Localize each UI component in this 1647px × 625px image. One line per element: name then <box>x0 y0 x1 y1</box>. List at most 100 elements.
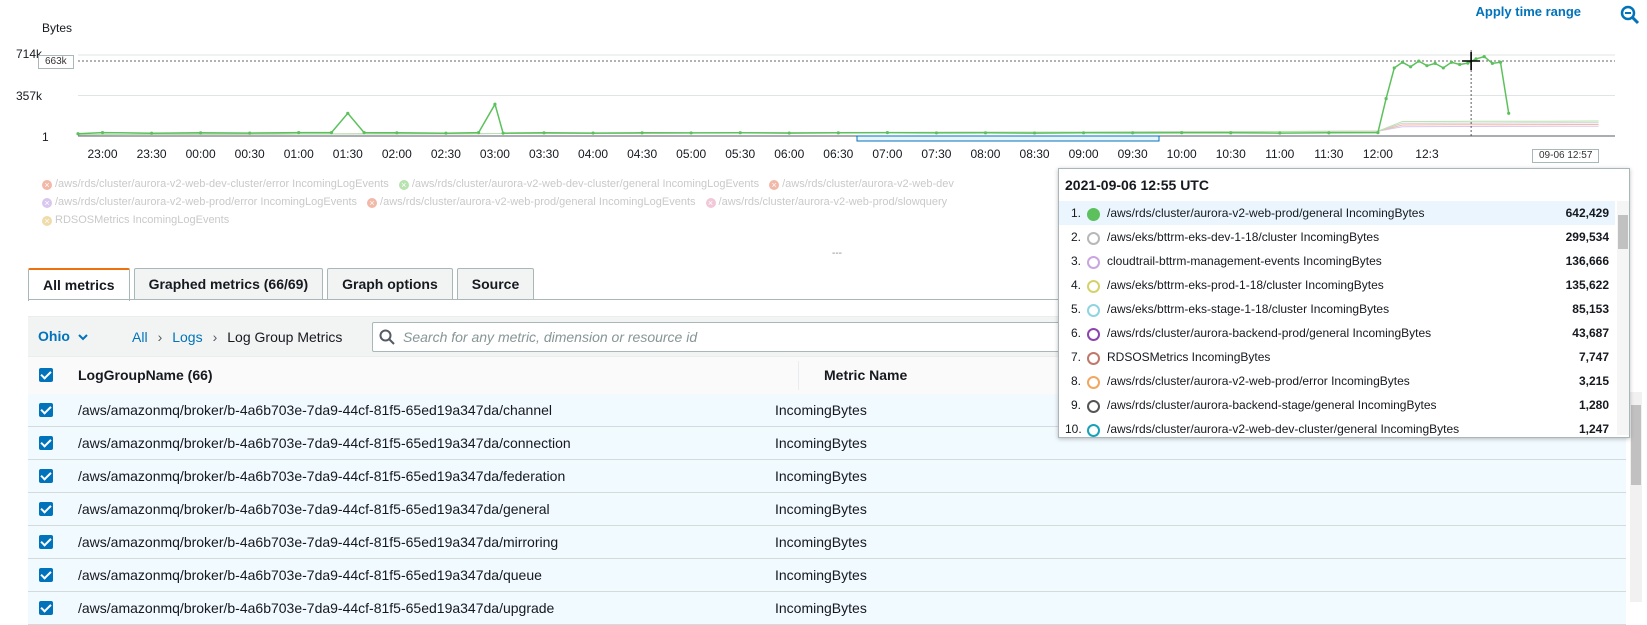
series-point[interactable] <box>1425 64 1429 68</box>
apply-time-range-button[interactable]: Apply time range <box>1476 4 1581 19</box>
legend-remove-icon[interactable]: × <box>42 180 52 190</box>
series-point[interactable] <box>1229 131 1233 135</box>
tooltip-series-item[interactable]: 1. /aws/rds/cluster/aurora-v2-web-prod/ge… <box>1059 201 1615 225</box>
series-point[interactable] <box>248 131 252 135</box>
series-point[interactable] <box>542 131 546 135</box>
resize-handle[interactable]: --- <box>832 248 842 259</box>
series-point[interactable] <box>149 131 154 135</box>
series-point[interactable] <box>501 131 505 135</box>
tooltip-series-item[interactable]: 9. /aws/rds/cluster/aurora-backend-stage/… <box>1059 393 1615 417</box>
zoom-out-icon[interactable] <box>1619 4 1641 26</box>
tooltip-series-item[interactable]: 3. cloudtrail-bttrm-management-events Inc… <box>1059 249 1615 273</box>
series-point[interactable] <box>1490 61 1494 65</box>
legend-item[interactable]: ×/aws/rds/cluster/aurora-v2-web-dev-clus… <box>42 178 389 190</box>
series-point[interactable] <box>362 130 366 135</box>
series-point[interactable] <box>1409 65 1413 69</box>
series-point[interactable] <box>297 130 301 135</box>
tab-source[interactable]: Source <box>456 268 535 299</box>
tooltip-series-item[interactable]: 10. /aws/rds/cluster/aurora-v2-web-dev-cl… <box>1059 417 1615 441</box>
series-point[interactable] <box>1131 131 1135 135</box>
breadcrumb-logs[interactable]: Logs <box>172 329 202 345</box>
page-scrollbar-thumb[interactable] <box>1631 405 1641 485</box>
column-divider[interactable] <box>798 361 799 390</box>
legend-item[interactable]: ×/aws/rds/cluster/aurora-v2-web-prod/err… <box>42 196 357 208</box>
tooltip-series-item[interactable]: 2. /aws/eks/bttrm-eks-dev-1-18/cluster In… <box>1059 225 1615 249</box>
series-point[interactable] <box>395 131 399 135</box>
series-point[interactable] <box>199 131 203 135</box>
series-point[interactable] <box>1032 131 1037 135</box>
legend-item[interactable]: ×/aws/rds/cluster/aurora-v2-web-dev-clus… <box>398 178 759 190</box>
series-point[interactable] <box>1417 59 1421 63</box>
series-point[interactable] <box>100 130 105 135</box>
table-row[interactable]: /aws/amazonmq/broker/b-4a6b703e-7da9-44c… <box>28 460 1626 493</box>
series-point[interactable] <box>76 132 80 136</box>
series-point[interactable] <box>1384 96 1388 101</box>
series-point[interactable] <box>1278 131 1282 135</box>
legend-item[interactable]: × RDSOSMetrics IncomingLogEvents <box>42 214 229 226</box>
series-point[interactable] <box>1466 61 1470 65</box>
series-point[interactable] <box>787 131 791 135</box>
series-point[interactable] <box>1441 66 1445 70</box>
time-range-brush[interactable] <box>856 135 1160 142</box>
tab-graph-options[interactable]: Graph options <box>327 268 453 299</box>
series-point[interactable] <box>329 130 334 135</box>
series-point[interactable] <box>689 131 693 135</box>
legend-item[interactable]: ×/aws/rds/cluster/aurora-v2-web-dev <box>769 178 954 190</box>
series-point[interactable] <box>1392 66 1396 70</box>
series-point[interactable] <box>1507 111 1511 115</box>
row-checkbox[interactable] <box>39 403 53 420</box>
tooltip-scrollbar-thumb[interactable] <box>1618 215 1628 249</box>
series-point[interactable] <box>1449 60 1454 64</box>
table-row[interactable]: /aws/amazonmq/broker/b-4a6b703e-7da9-44c… <box>28 592 1626 625</box>
series-point[interactable] <box>1433 61 1437 65</box>
tooltip-series-item[interactable]: 6. /aws/rds/cluster/aurora-backend-prod/g… <box>1059 321 1615 345</box>
legend-remove-icon[interactable]: × <box>398 180 409 190</box>
column-header-loggroupname[interactable]: LogGroupName (66) <box>78 357 213 394</box>
series-point[interactable] <box>1376 130 1380 135</box>
tooltip-series-item[interactable]: 8. /aws/rds/cluster/aurora-v2-web-prod/er… <box>1059 369 1615 393</box>
row-checkbox[interactable] <box>39 502 53 519</box>
table-row[interactable]: /aws/amazonmq/broker/b-4a6b703e-7da9-44c… <box>28 526 1626 559</box>
series-point[interactable] <box>591 131 595 135</box>
legend-item[interactable]: ×/aws/rds/cluster/aurora-v2-web-prod/gen… <box>367 196 696 208</box>
table-row[interactable]: /aws/amazonmq/broker/b-4a6b703e-7da9-44c… <box>28 559 1626 592</box>
tab-graphed-metrics[interactable]: Graphed metrics (66/69) <box>133 268 324 299</box>
series-point[interactable] <box>885 130 889 135</box>
table-row[interactable]: /aws/amazonmq/broker/b-4a6b703e-7da9-44c… <box>28 493 1626 526</box>
series-point[interactable] <box>1482 54 1486 59</box>
series-point[interactable] <box>1081 131 1086 135</box>
series-point[interactable] <box>477 130 481 135</box>
row-checkbox[interactable] <box>39 469 53 486</box>
legend-remove-icon[interactable]: × <box>705 198 716 208</box>
tooltip-series-item[interactable]: 7. RDSOSMetrics IncomingBytes 7,747 <box>1059 345 1615 369</box>
series-point[interactable] <box>1400 60 1405 64</box>
series-point[interactable] <box>1498 60 1503 64</box>
series-point[interactable] <box>640 131 644 135</box>
row-checkbox[interactable] <box>39 535 53 552</box>
legend-remove-icon[interactable]: × <box>769 180 780 190</box>
series-point[interactable] <box>983 131 988 135</box>
column-header-metric-name[interactable]: Metric Name <box>824 357 907 394</box>
row-checkbox[interactable] <box>39 436 53 453</box>
series-point[interactable] <box>934 131 939 135</box>
search-input[interactable] <box>401 323 1045 351</box>
series-point[interactable] <box>1474 57 1478 61</box>
legend-remove-icon[interactable]: × <box>367 198 378 208</box>
series-point[interactable] <box>836 131 840 135</box>
series-point[interactable] <box>346 111 350 115</box>
select-all-checkbox[interactable] <box>39 368 53 385</box>
series-point[interactable] <box>1458 62 1462 67</box>
region-selector[interactable]: Ohio <box>38 328 88 344</box>
series-point[interactable] <box>1180 131 1184 135</box>
legend-item[interactable]: ×/aws/rds/cluster/aurora-v2-web-prod/slo… <box>705 196 947 208</box>
series-point[interactable] <box>1327 131 1331 135</box>
row-checkbox[interactable] <box>39 601 53 618</box>
legend-remove-icon[interactable]: × <box>42 216 52 226</box>
breadcrumb-all[interactable]: All <box>132 329 148 345</box>
tooltip-series-item[interactable]: 5. /aws/eks/bttrm-eks-stage-1-18/cluster … <box>1059 297 1615 321</box>
series-point[interactable] <box>444 131 448 135</box>
chart-plot[interactable]: 23:00 23:30 00:00 00:30 01:00 01:30 02:00 02:30… <box>0 0 1647 170</box>
series-point[interactable] <box>738 131 742 135</box>
row-checkbox[interactable] <box>39 568 53 585</box>
metric-search[interactable] <box>372 322 1074 352</box>
